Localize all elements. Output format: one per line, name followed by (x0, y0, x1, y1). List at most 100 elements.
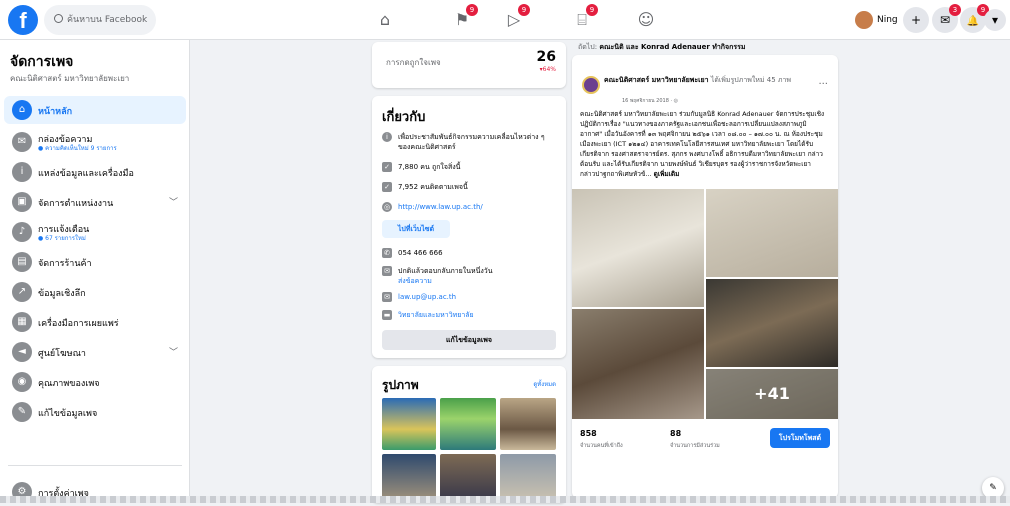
likes-label: การกดถูกใจเพจ (386, 58, 441, 67)
visit-website-button[interactable]: ไปที่เว็บไซต์ (382, 220, 450, 238)
photo-thumbnail[interactable] (382, 398, 436, 450)
user-name: Ning (877, 15, 898, 25)
nav-home-button[interactable]: ⌂ (373, 8, 397, 32)
compose-icon: ✎ (989, 483, 997, 493)
sidebar-item-sub: ● 67 รายการใหม่ (38, 235, 86, 242)
search-placeholder: ค้นหาบน Facebook (67, 15, 148, 25)
sidebar-item-label: ศูนย์โฆษณา (38, 349, 86, 359)
photo-thumbnail[interactable] (500, 454, 556, 498)
post-photo[interactable]: +41 (706, 369, 838, 419)
sidebar-item-shop[interactable]: ▤ จัดการร้านค้า (4, 248, 186, 276)
sidebar-item-ad-center[interactable]: ◄ ศูนย์โฆษณา ﹀ (4, 338, 186, 366)
nav-groups-button[interactable]: ☺ (634, 8, 658, 32)
bottom-status-strip (0, 496, 1010, 503)
see-all-photos-link[interactable]: ดูทั้งหมด (533, 379, 556, 389)
nav-watch-button[interactable]: ▷ 9 (502, 4, 530, 32)
sidebar-item-sub: ● ความคิดเห็นใหม่ 9 รายการ (38, 145, 117, 152)
phone-icon: ✆ (382, 248, 392, 258)
marketplace-icon: ⌸ (577, 10, 587, 29)
profile-chip[interactable]: Ning (852, 8, 902, 32)
sidebar-item-label: หน้าหลัก (38, 107, 73, 117)
more-options-icon[interactable]: ··· (818, 79, 828, 90)
top-navigation-bar: f ค้นหาบน Facebook ⌂ ⚑ 9 ▷ 9 ⌸ 9 ☺ Ning + ✉… (0, 0, 1010, 40)
sidebar-item-inbox[interactable]: ✉ กล่องข้อความ ● ความคิดเห็นใหม่ 9 รายการ (4, 128, 186, 156)
photos-title: รูปภาพ (382, 378, 419, 392)
sidebar-item-jobs[interactable]: ▣ จัดการตำแหน่งงาน ﹀ (4, 188, 186, 216)
sidebar-item-label: แก้ไขข้อมูลเพจ (38, 409, 98, 419)
insights-icon: ↗ (12, 282, 32, 302)
messenger-badge: 3 (949, 4, 961, 16)
sidebar-item-label: จัดการร้านค้า (38, 259, 92, 269)
create-button[interactable]: + (903, 7, 929, 33)
messenger-icon: ✉ (939, 13, 951, 27)
post-context-line: ถัดไป: คณะนิติ และ Konrad Adenauer ทำกิจ… (578, 43, 746, 51)
info-icon: i (382, 132, 392, 142)
reach-count: 858 (580, 429, 597, 438)
about-title: เกี่ยวกับ (382, 110, 426, 125)
notification-badge: 9 (466, 4, 478, 16)
sidebar-item-edit-page[interactable]: ✎ แก้ไขข้อมูลเพจ (4, 398, 186, 426)
edit-page-info-button[interactable]: แก้ไขข้อมูลเพจ (382, 330, 556, 350)
sidebar-item-page-quality[interactable]: ◉ คุณภาพของเพจ (4, 368, 186, 396)
page-likes-card: การกดถูกใจเพจ 26 ▾64% (372, 42, 566, 88)
sidebar-item-label: ข้อมูลเชิงลึก (38, 289, 86, 299)
likes-count: 26 (536, 49, 556, 65)
post-photo[interactable] (706, 189, 838, 277)
email-icon: ✉ (382, 292, 392, 302)
photo-thumbnail[interactable] (500, 398, 556, 450)
sidebar-item-insights[interactable]: ↗ ข้อมูลเชิงลึก (4, 278, 186, 306)
post-photo[interactable] (572, 189, 704, 307)
like-icon: ✓ (382, 162, 392, 172)
post-timestamp[interactable]: 16 พฤศจิกายน 2018 · ◎ (622, 97, 678, 105)
reach-label: จำนวนคนที่เข้าถึง (580, 443, 623, 449)
likes-change: ▾64% (539, 66, 556, 73)
boost-post-button[interactable]: โปรโมทโพสต์ (770, 428, 830, 448)
post-photo[interactable] (572, 309, 704, 419)
facebook-logo[interactable]: f (8, 5, 38, 35)
post-action: ได้เพิ่มรูปภาพใหม่ 45 ภาพ (710, 76, 792, 84)
publishing-tools-icon: ▦ (12, 312, 32, 332)
photos-card: รูปภาพ ดูทั้งหมด (372, 366, 566, 503)
nav-pages-button[interactable]: ⚑ 9 (450, 4, 478, 32)
sidebar-item-publishing-tools[interactable]: ▦ เครื่องมือการเผยแพร่ (4, 308, 186, 336)
notification-badge: 9 (518, 4, 530, 16)
groups-icon: ☺ (637, 10, 655, 29)
notifications-icon: 🔔 (966, 16, 980, 27)
manage-page-sidebar: จัดการเพจ คณะนิติศาสตร์ มหาวิทยาลัยพะเยา… (0, 40, 190, 503)
pencil-icon: ✎ (12, 402, 32, 422)
briefcase-icon: ▣ (12, 192, 32, 212)
globe-icon: ◎ (382, 202, 392, 212)
chevron-down-icon: ﹀ (168, 198, 178, 208)
notification-badge: 9 (586, 4, 598, 16)
post-photo[interactable] (706, 279, 838, 367)
search-input[interactable]: ค้นหาบน Facebook (44, 5, 156, 35)
sidebar-item-home[interactable]: ⌂ หน้าหลัก (4, 96, 186, 124)
notifications-button[interactable]: 🔔 9 (960, 4, 989, 33)
account-menu-icon: ▾ (991, 13, 999, 27)
more-photos-overlay[interactable]: +41 (706, 369, 838, 419)
search-icon (54, 14, 63, 23)
sidebar-item-resources[interactable]: i แหล่งข้อมูลและเครื่องมือ (4, 158, 186, 186)
home-icon: ⌂ (12, 100, 32, 120)
photo-thumbnail[interactable] (440, 454, 496, 498)
see-more-link[interactable]: ดูเพิ่มเติม (654, 170, 680, 178)
post-text: คณะนิติศาสตร์ มหาวิทยาลัยพะเยา ร่วมกับมู… (580, 110, 825, 178)
page-avatar[interactable] (582, 76, 600, 94)
nav-marketplace-button[interactable]: ⌸ 9 (570, 4, 598, 32)
about-card: เกี่ยวกับ i เพื่อประชาสัมพันธ์กิจกรรมความ… (372, 96, 566, 358)
messenger-button[interactable]: ✉ 3 (932, 4, 961, 33)
account-menu-button[interactable]: ▾ (984, 9, 1006, 31)
sidebar-item-label: แหล่งข้อมูลและเครื่องมือ (38, 169, 134, 179)
photo-thumbnail[interactable] (382, 454, 436, 498)
post-author[interactable]: คณะนิติศาสตร์ มหาวิทยาลัยพะเยา (604, 76, 709, 84)
shop-icon: ▤ (12, 252, 32, 272)
folder-icon: ▬ (382, 310, 392, 320)
sidebar-item-label: จัดการตำแหน่งงาน (38, 199, 114, 209)
sidebar-item-label: เครื่องมือการเผยแพร่ (38, 319, 119, 329)
photo-thumbnail[interactable] (440, 398, 496, 450)
info-icon: i (12, 162, 32, 182)
sidebar-page-name: คณะนิติศาสตร์ มหาวิทยาลัยพะเยา (10, 74, 130, 83)
sidebar-item-notifications[interactable]: ♪ การแจ้งเตือน ● 67 รายการใหม่ (4, 218, 186, 246)
create-icon: + (910, 13, 922, 27)
send-message-link[interactable]: ส่งข้อความ (398, 276, 558, 286)
